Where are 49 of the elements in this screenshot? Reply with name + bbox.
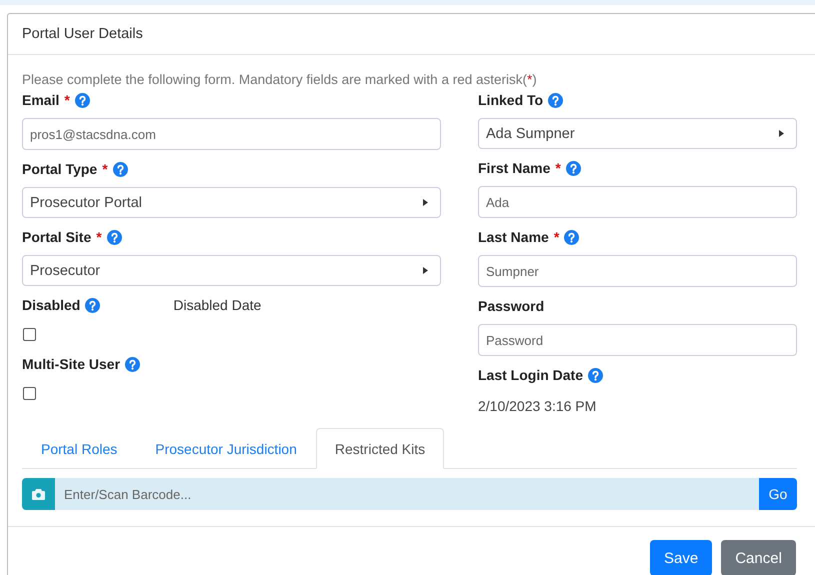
field-value: 2/10/2023 3:16 PM [478,398,598,414]
go-button[interactable]: Go [759,478,797,510]
required-mark: * [555,160,561,176]
select-field[interactable]: Prosecutor Portal [22,187,441,218]
field-label: Disabled Date [173,297,262,313]
field-label: Disabled [22,297,80,313]
input-field[interactable]: Ada [478,186,797,218]
checkbox[interactable] [23,387,36,400]
tab[interactable]: Restricted Kits [316,428,444,469]
instruction-text: Please complete the following form. Mandatory fields are marked with a red asterisk(*) [22,72,538,87]
checkbox[interactable] [23,328,36,341]
required-mark: * [64,92,70,108]
barcode-field[interactable]: Enter/Scan Barcode... [55,478,759,510]
field-label: Last Name [478,229,549,245]
field-label: Multi-Site User [22,356,120,372]
caret-icon [423,199,428,206]
tab[interactable]: Portal Roles [22,428,136,469]
help-icon[interactable] [74,92,90,108]
tab[interactable]: Prosecutor Jurisdiction [136,428,316,469]
help-icon[interactable] [564,230,580,244]
select-field[interactable]: Prosecutor [22,255,441,286]
help-icon[interactable] [566,160,581,176]
cancel-button[interactable]: Cancel [721,540,796,575]
field-label: Last Login Date [478,367,584,383]
help-icon[interactable] [548,92,564,108]
help-icon[interactable] [588,368,604,382]
input-field[interactable]: Sumpner [478,255,797,287]
field-label: Password [478,298,544,314]
field-label: Portal Site [22,229,92,245]
field-label: Linked To [478,92,544,108]
field-label: First Name [478,160,550,176]
caret-icon [423,267,428,274]
input-field[interactable]: Password [478,324,797,356]
help-icon[interactable] [106,230,122,244]
caret-icon [779,130,784,137]
dialog-title: Portal User Details [22,26,143,42]
required-mark: * [102,161,108,177]
field-label: Portal Type [22,161,98,177]
camera-icon [32,488,45,500]
help-icon[interactable] [125,356,140,372]
required-mark: * [554,229,560,245]
field-label: Email [22,92,60,108]
help-icon[interactable] [112,162,128,176]
camera-button[interactable] [22,478,55,510]
help-icon[interactable] [85,298,100,312]
select-field[interactable]: Ada Sumpner [478,118,797,149]
save-button[interactable]: Save [650,540,712,575]
input-field[interactable]: pros1@stacsdna.com [22,118,441,150]
required-mark: * [96,229,102,245]
